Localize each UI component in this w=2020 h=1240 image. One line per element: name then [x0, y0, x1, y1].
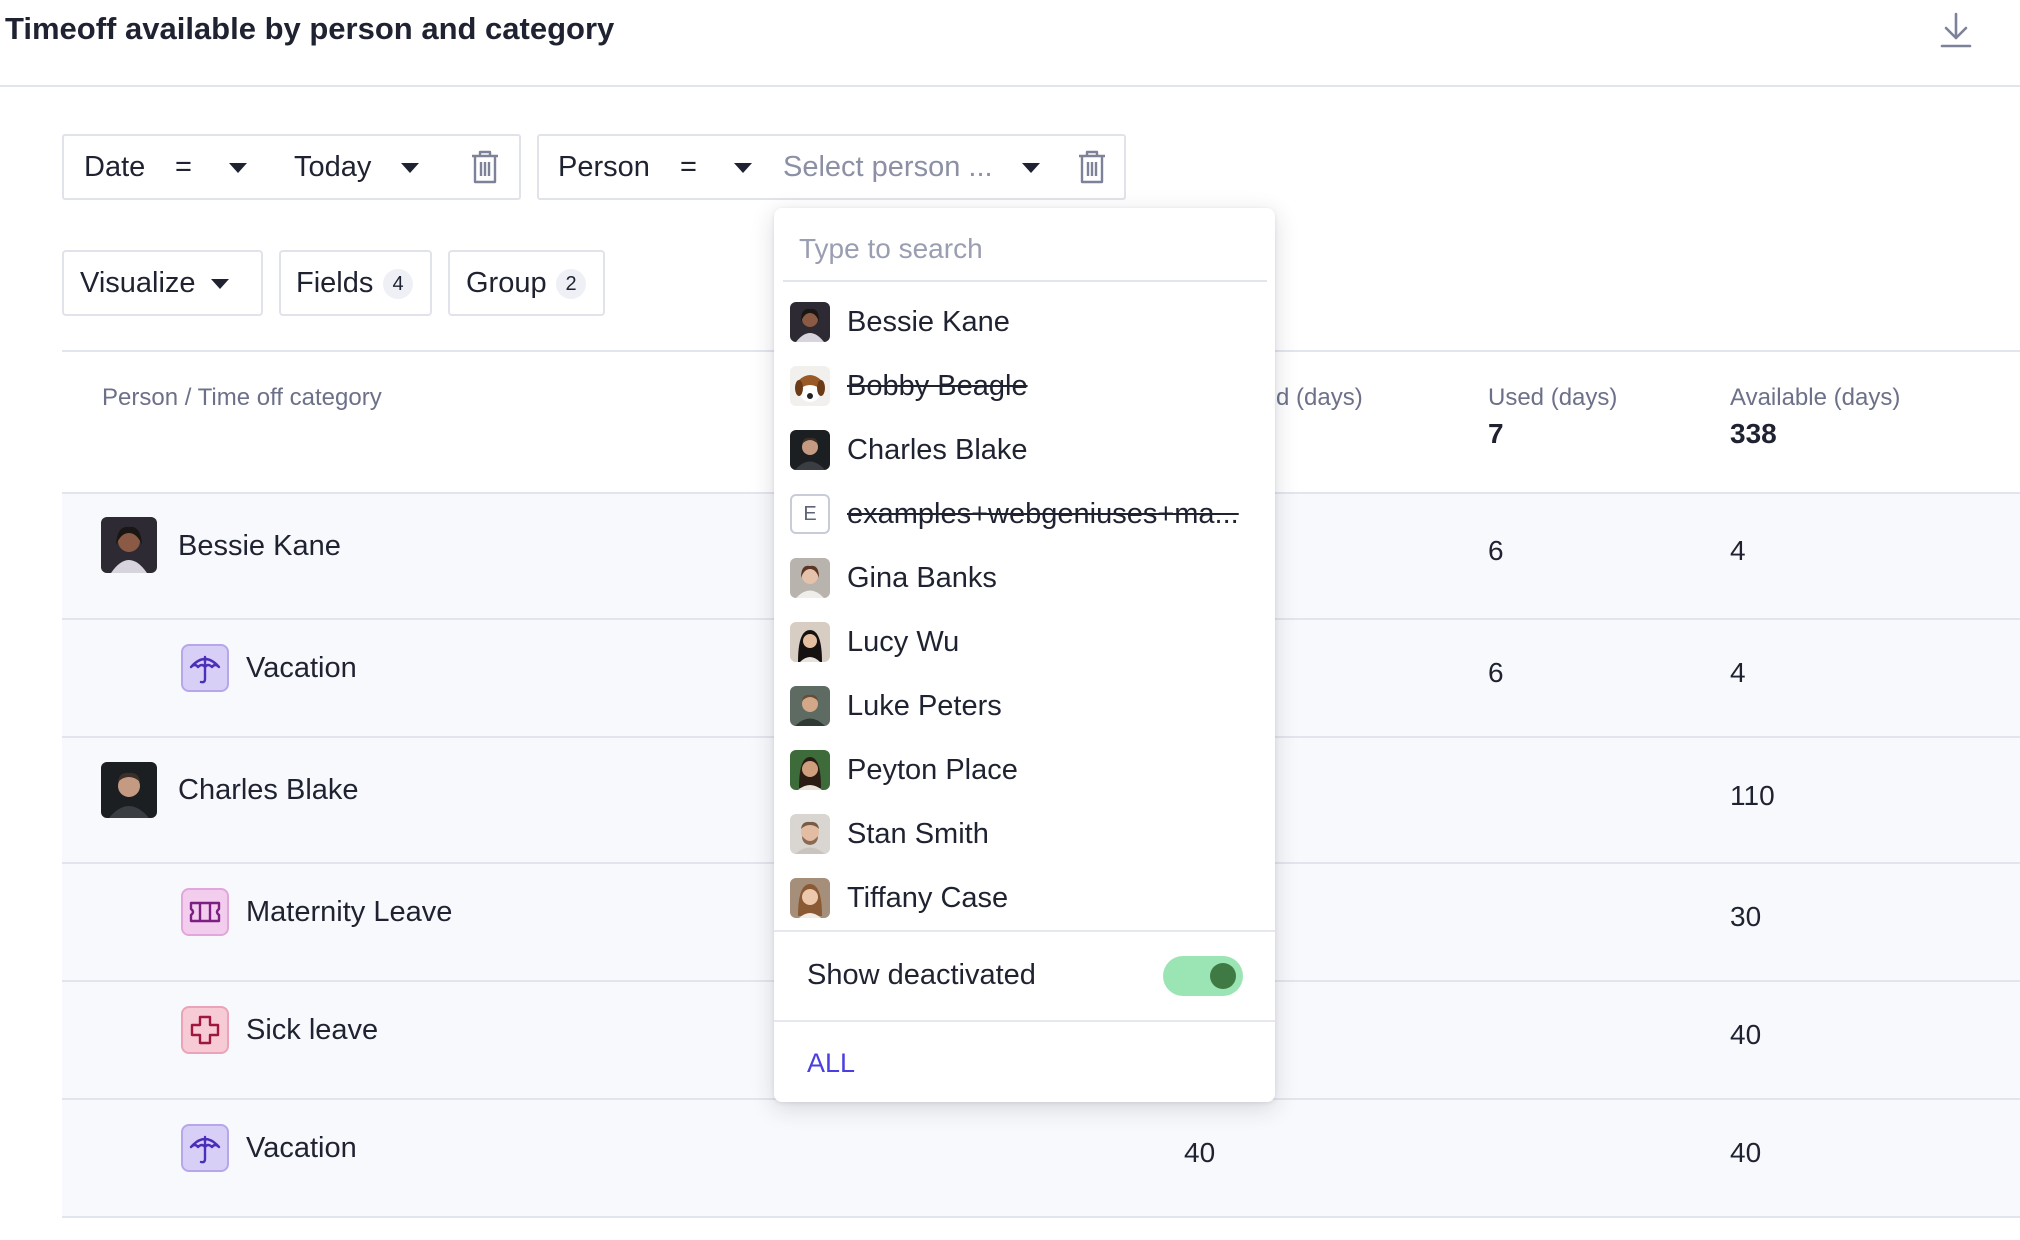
value-caret-icon[interactable] — [1022, 163, 1040, 173]
row-available: 4 — [1730, 657, 1746, 688]
row-name: Maternity Leave — [246, 896, 453, 928]
row-accrued: 40 — [1184, 1137, 1216, 1168]
visualize-caret-icon — [211, 279, 229, 289]
download-icon[interactable] — [1938, 10, 1974, 50]
dropdown-item[interactable]: Charles Blake — [790, 430, 1267, 470]
delete-person-filter-icon[interactable] — [1077, 150, 1107, 189]
umbrella-icon — [181, 1124, 229, 1172]
dropdown-search-input[interactable]: Type to search — [799, 232, 983, 266]
dropdown-item-name: Bessie Kane — [847, 306, 1010, 338]
dropdown-item-name: Bobby Beagle — [847, 370, 1028, 402]
dropdown-item-name: Charles Blake — [847, 434, 1028, 466]
dropdown-search-underline — [783, 280, 1267, 282]
peyton-place-avatar — [790, 750, 830, 790]
gina-banks-avatar — [790, 558, 830, 598]
dropdown-item-name: Luke Peters — [847, 690, 1002, 722]
delete-date-filter-icon[interactable] — [470, 150, 500, 189]
row-name: Vacation — [246, 652, 357, 684]
row-name: Bessie Kane — [178, 530, 341, 562]
column-header-available[interactable]: Available (days) — [1730, 383, 1900, 413]
group-count-badge: 2 — [556, 269, 586, 299]
row-used: 6 — [1488, 657, 1504, 688]
dropdown-item-name: examples+webgeniuses+ma... — [847, 498, 1239, 530]
dropdown-item[interactable]: Gina Banks — [790, 558, 1267, 598]
dropdown-divider — [774, 1020, 1275, 1022]
toggle-knob — [1210, 963, 1236, 989]
used-total: 7 — [1488, 418, 1504, 449]
row-name: Charles Blake — [178, 774, 359, 806]
column-header-accrued[interactable]: d (days) — [1276, 383, 1363, 413]
row-available: 4 — [1730, 535, 1746, 566]
dropdown-item[interactable]: Stan Smith — [790, 814, 1267, 854]
dropdown-item[interactable]: Bobby Beagle — [790, 366, 1267, 406]
group-label: Group — [466, 267, 547, 299]
dropdown-item-name: Lucy Wu — [847, 626, 960, 658]
date-filter-operator[interactable]: = — [175, 150, 192, 184]
tiffany-case-avatar — [790, 878, 830, 918]
person-filter-value[interactable]: Select person ... — [783, 150, 993, 184]
operator-caret-icon[interactable] — [229, 163, 247, 173]
bessie-kane-avatar — [101, 517, 157, 573]
row-available: 40 — [1730, 1137, 1762, 1168]
umbrella-icon — [181, 644, 229, 692]
person-filter-operator[interactable]: = — [680, 150, 697, 184]
luke-peters-avatar — [790, 686, 830, 726]
row-name: Sick leave — [246, 1014, 379, 1046]
dropdown-divider — [774, 930, 1275, 932]
row-available: 30 — [1730, 901, 1762, 932]
date-filter-value[interactable]: Today — [294, 150, 371, 184]
header-divider — [0, 85, 2020, 87]
bessie-kane-avatar — [790, 302, 830, 342]
lucy-wu-avatar — [790, 622, 830, 662]
row-used: 6 — [1488, 535, 1504, 566]
page-title: Timeoff available by person and category — [5, 11, 615, 46]
dropdown-item[interactable]: Bessie Kane — [790, 302, 1267, 342]
available-total: 338 — [1730, 418, 1777, 449]
dropdown-item-name: Peyton Place — [847, 754, 1018, 786]
value-caret-icon[interactable] — [401, 163, 419, 173]
show-deactivated-label: Show deactivated — [807, 959, 1036, 991]
select-all-link[interactable]: ALL — [807, 1046, 855, 1080]
dropdown-item-name: Gina Banks — [847, 562, 997, 594]
row-name: Vacation — [246, 1132, 357, 1164]
bobby-beagle-avatar — [790, 366, 830, 406]
fields-count-badge: 4 — [383, 269, 413, 299]
dropdown-item-name: Tiffany Case — [847, 882, 1009, 914]
stan-smith-avatar — [790, 814, 830, 854]
fields-label: Fields — [296, 267, 374, 299]
operator-caret-icon[interactable] — [734, 163, 752, 173]
dropdown-item-name: Stan Smith — [847, 818, 989, 850]
dropdown-item[interactable]: E examples+webgeniuses+ma... — [790, 494, 1267, 534]
date-filter-field[interactable]: Date — [84, 150, 145, 184]
row-available: 110 — [1730, 780, 1775, 811]
dropdown-item[interactable]: Tiffany Case — [790, 878, 1267, 918]
dropdown-item[interactable]: Luke Peters — [790, 686, 1267, 726]
show-deactivated-toggle[interactable] — [1163, 956, 1243, 996]
charles-blake-avatar — [101, 762, 157, 818]
charles-blake-avatar — [790, 430, 830, 470]
letter-avatar: E — [790, 494, 830, 534]
ticket-icon — [181, 888, 229, 936]
medical-cross-icon — [181, 1006, 229, 1054]
row-available: 40 — [1730, 1019, 1762, 1050]
column-header-person[interactable]: Person / Time off category — [102, 383, 382, 413]
dropdown-item[interactable]: Peyton Place — [790, 750, 1267, 790]
visualize-label: Visualize — [80, 267, 196, 299]
person-filter-field[interactable]: Person — [558, 150, 650, 184]
column-header-used[interactable]: Used (days) — [1488, 383, 1617, 413]
dropdown-item[interactable]: Lucy Wu — [790, 622, 1267, 662]
